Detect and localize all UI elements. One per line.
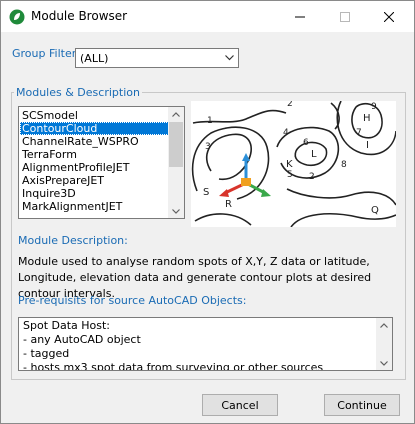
map-label-q: Q [371,205,379,216]
group-filter-value: (ALL) [80,52,109,65]
list-item[interactable]: AxisPrepareJET [20,174,169,187]
ucs-axes-icon [219,153,271,197]
minimize-button[interactable] [278,1,322,32]
minimize-icon [295,16,305,17]
map-num-9: 9 [371,102,377,112]
prerequisite-line: - tagged [23,347,70,360]
map-num-8: 8 [341,160,347,170]
scroll-thumb[interactable] [169,122,183,167]
app-logo-icon [9,9,25,25]
continue-button[interactable]: Continue [324,394,400,416]
chevron-down-icon[interactable] [221,49,238,67]
prerequisite-line: - any AutoCAD object [23,333,141,346]
list-item-selected[interactable]: ContourCloud [20,122,169,135]
map-num-3: 3 [205,142,211,152]
map-num-5: 5 [287,170,293,180]
map-label-s: S [203,187,209,198]
close-button[interactable] [367,1,411,32]
map-num-7: 7 [356,128,362,138]
map-label-r: R [225,199,232,210]
prerequisites-scrollbar[interactable] [376,318,392,370]
scroll-down-icon[interactable] [168,204,184,218]
scroll-down-icon[interactable] [376,356,392,370]
scroll-up-icon[interactable] [168,107,184,121]
list-item[interactable]: ChannelRate_WSPRO [20,135,169,148]
map-label-l: L [311,149,317,160]
map-num-1: 1 [207,116,213,126]
map-num-2b: 2 [309,172,315,182]
map-label-h: H [363,113,371,124]
cancel-button[interactable]: Cancel [202,394,278,416]
prerequisite-line: Spot Data Host: [23,319,111,332]
module-description-label: Module Description: [18,234,128,247]
module-browser-window: Module Browser Group Filter (ALL) Module… [0,0,415,424]
contour-map-preview: H I K L S R Q 2 7 9 8 3 4 6 5 1 2 [191,101,396,227]
list-item[interactable]: AlignmentProfileJET [20,161,169,174]
list-item[interactable]: MarkAlignmentJET [20,200,169,213]
map-num-4: 4 [283,128,289,138]
list-item[interactable]: Inquire3D [20,187,169,200]
map-label-k: K [286,159,293,170]
close-icon [384,11,394,22]
map-label-i: I [366,140,369,151]
maximize-button [323,1,367,32]
window-title: Module Browser [31,9,128,23]
group-filter-dropdown[interactable]: (ALL) [75,48,239,68]
map-num-6: 6 [303,138,309,148]
prerequisites-textbox[interactable]: Spot Data Host: - any AutoCAD object - t… [18,317,393,371]
group-filter-label: Group Filter [12,47,77,60]
maximize-icon [340,11,350,22]
list-item[interactable]: SCSmodel [20,109,169,122]
modules-scrollbar[interactable] [168,107,184,218]
prerequisite-line: - hosts mx3 spot data from surveying or … [23,361,324,371]
list-item[interactable]: TerraForm [20,148,169,161]
map-num-2: 2 [287,101,293,109]
modules-list[interactable]: SCSmodel ContourCloud ChannelRate_WSPRO … [18,106,185,219]
modules-group-label: Modules & Description [14,86,142,99]
scroll-up-icon[interactable] [376,318,392,332]
title-bar[interactable]: Module Browser [1,1,414,32]
prerequisites-label: Pre-requisits for source AutoCAD Objects… [18,294,247,307]
